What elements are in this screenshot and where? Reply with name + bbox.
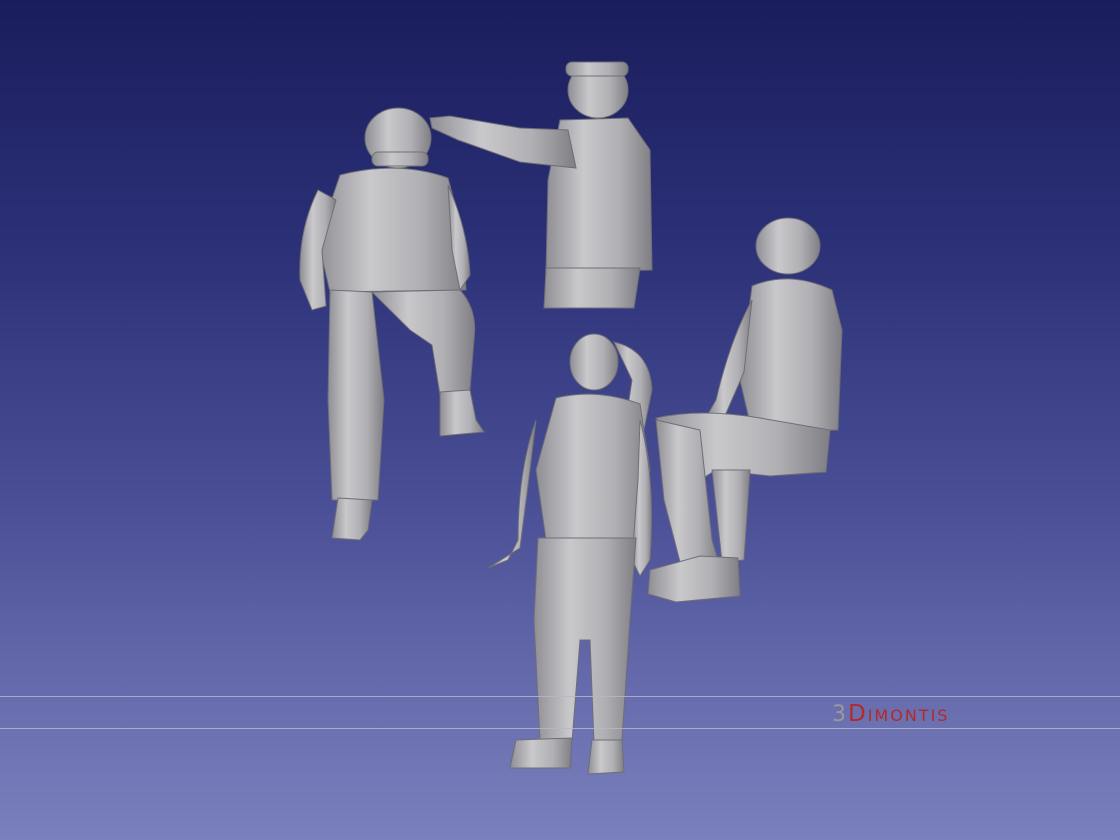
watermark-name: Dimontis [848, 701, 950, 727]
watermark-prefix: 3 [832, 702, 848, 727]
figure-seated-crewman [647, 217, 843, 603]
3d-viewport[interactable]: 3Dimontis [0, 0, 1120, 840]
reference-line-lower [0, 728, 1120, 729]
figures-render [299, 61, 843, 775]
reference-line-upper [0, 696, 1120, 697]
brand-watermark: 3Dimontis [832, 700, 949, 728]
figure-standing-crewwoman [487, 333, 653, 775]
figure-stepping-crewman [299, 107, 485, 541]
